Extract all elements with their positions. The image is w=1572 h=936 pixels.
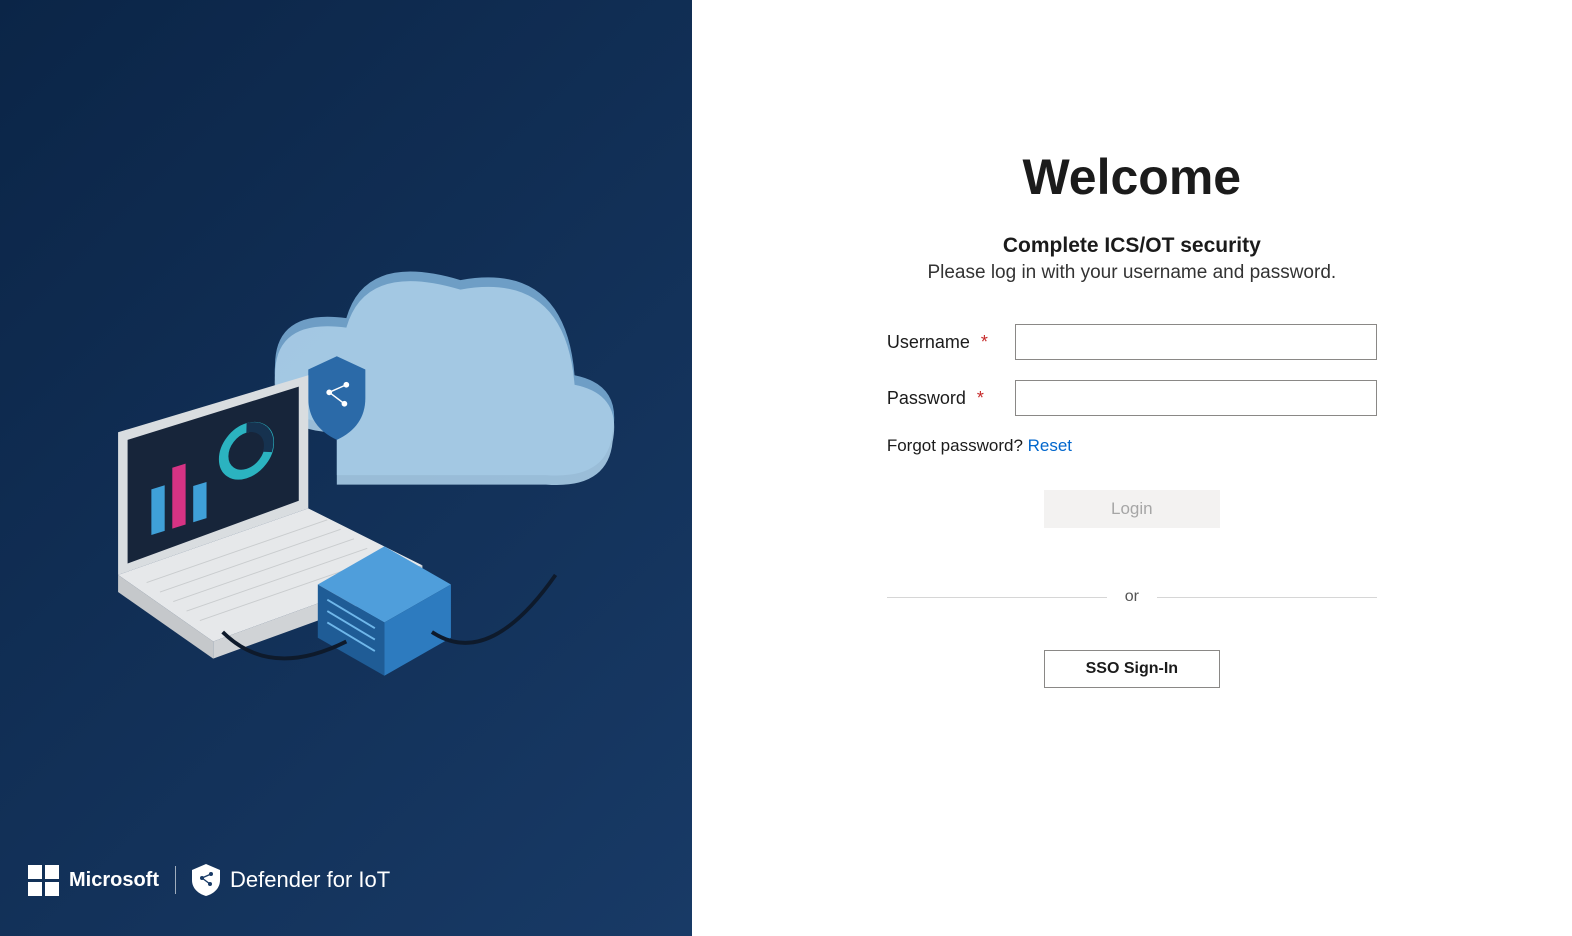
required-mark: * bbox=[981, 332, 988, 352]
password-label: Password * bbox=[887, 388, 1015, 409]
hero-illustration bbox=[0, 0, 692, 864]
login-panel: Welcome Complete ICS/OT security Please … bbox=[692, 0, 1572, 936]
divider-line-right bbox=[1157, 597, 1377, 598]
defender-label: Defender for IoT bbox=[230, 867, 390, 893]
branding-bar: Microsoft Defender for IoT bbox=[0, 864, 692, 896]
username-label: Username * bbox=[887, 332, 1015, 353]
microsoft-logo: Microsoft bbox=[28, 865, 159, 896]
welcome-title: Welcome bbox=[1023, 148, 1242, 206]
cloud-laptop-illustration-icon bbox=[42, 166, 651, 699]
forgot-password-text: Forgot password? bbox=[887, 436, 1028, 455]
shield-icon bbox=[192, 864, 220, 896]
forgot-password-row: Forgot password? Reset bbox=[887, 436, 1377, 456]
required-mark: * bbox=[977, 388, 984, 408]
login-button[interactable]: Login bbox=[1044, 490, 1220, 528]
left-hero-panel: Microsoft Defender for IoT bbox=[0, 0, 692, 936]
microsoft-label: Microsoft bbox=[69, 869, 159, 892]
welcome-subtitle: Complete ICS/OT security bbox=[1003, 234, 1261, 258]
password-row: Password * bbox=[887, 380, 1377, 416]
welcome-instruction: Please log in with your username and pas… bbox=[927, 262, 1336, 284]
login-form: Username * Password * Forgot password? R… bbox=[887, 324, 1377, 688]
defender-logo: Defender for IoT bbox=[192, 864, 390, 896]
reset-link[interactable]: Reset bbox=[1028, 436, 1072, 455]
brand-divider bbox=[175, 866, 176, 894]
username-input[interactable] bbox=[1015, 324, 1377, 360]
sso-signin-button[interactable]: SSO Sign-In bbox=[1044, 650, 1220, 688]
username-row: Username * bbox=[887, 324, 1377, 360]
divider-line-left bbox=[887, 597, 1107, 598]
microsoft-grid-icon bbox=[28, 865, 59, 896]
password-input[interactable] bbox=[1015, 380, 1377, 416]
divider-row: or bbox=[887, 588, 1377, 606]
divider-text: or bbox=[1125, 588, 1139, 606]
